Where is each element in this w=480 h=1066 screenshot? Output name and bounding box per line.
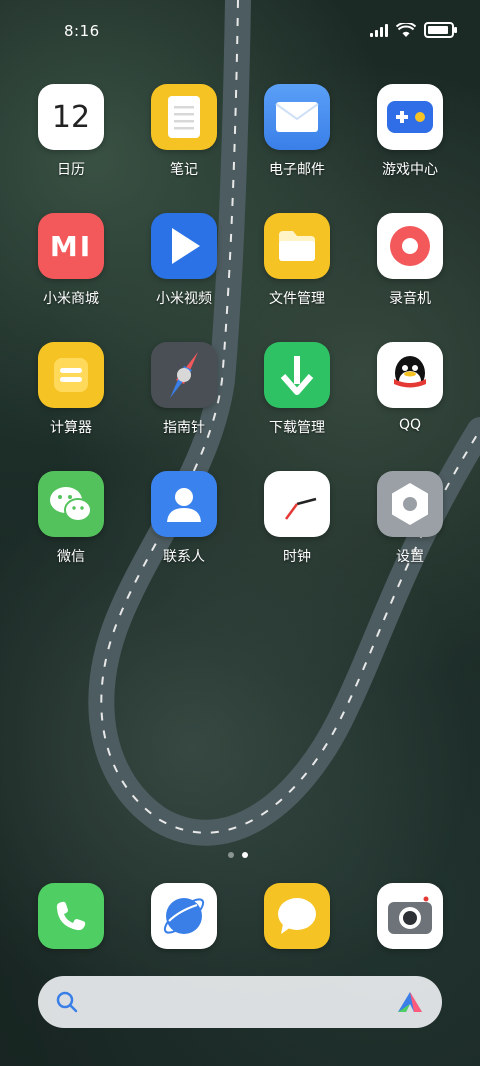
file-manager-icon [264, 213, 330, 279]
notes-icon [151, 84, 217, 150]
search-bar[interactable] [38, 976, 442, 1028]
app-label: 日历 [57, 162, 85, 178]
status-bar: 8:16 [0, 0, 480, 60]
app-label: 计算器 [50, 420, 92, 436]
settings-icon [377, 471, 443, 537]
app-label: QQ [398, 417, 422, 433]
app-video[interactable]: 小米视频 [134, 213, 234, 308]
messages-icon [264, 883, 330, 949]
wifi-icon [396, 22, 416, 37]
app-wechat[interactable]: 微信 [21, 471, 121, 566]
status-icons [370, 22, 457, 38]
game-center-icon [377, 84, 443, 150]
mail-icon [264, 84, 330, 150]
qq-icon [377, 342, 443, 408]
xiaoai-icon[interactable] [396, 990, 424, 1014]
dock-browser[interactable] [134, 883, 234, 949]
app-label: 笔记 [170, 162, 198, 178]
app-file-manager[interactable]: 文件管理 [247, 213, 347, 308]
download-icon [264, 342, 330, 408]
wechat-icon [38, 471, 104, 537]
app-label: 电子邮件 [269, 162, 325, 178]
app-calculator[interactable]: 计算器 [21, 342, 121, 437]
app-label: 小米视频 [156, 291, 212, 307]
dock-phone[interactable] [21, 883, 121, 949]
calculator-icon [38, 342, 104, 408]
video-icon [151, 213, 217, 279]
page-indicator [228, 852, 248, 858]
app-mail[interactable]: 电子邮件 [247, 84, 347, 179]
app-settings[interactable]: 设置 [360, 471, 460, 566]
app-label: 录音机 [389, 291, 431, 307]
app-label: 下载管理 [269, 420, 325, 436]
app-calendar[interactable]: 12 日历 [21, 84, 121, 179]
app-recorder[interactable]: 录音机 [360, 213, 460, 308]
app-label: 时钟 [283, 549, 311, 565]
compass-icon [151, 342, 217, 408]
app-label: 联系人 [163, 549, 205, 565]
page-dot-active[interactable] [242, 852, 248, 858]
app-label: 设置 [396, 549, 424, 565]
page-dot[interactable] [228, 852, 234, 858]
app-label: 微信 [57, 549, 85, 565]
app-compass[interactable]: 指南针 [134, 342, 234, 437]
calendar-icon: 12 [38, 84, 104, 150]
recorder-icon [377, 213, 443, 279]
app-notes[interactable]: 笔记 [134, 84, 234, 179]
signal-icon [370, 23, 388, 37]
app-download[interactable]: 下载管理 [247, 342, 347, 437]
battery-icon [424, 22, 457, 38]
app-label: 游戏中心 [382, 162, 438, 178]
app-label: 小米商城 [43, 291, 99, 307]
clock-icon [264, 471, 330, 537]
app-mi-store[interactable]: MI 小米商城 [21, 213, 121, 308]
browser-icon [151, 883, 217, 949]
app-label: 文件管理 [269, 291, 325, 307]
contacts-icon [151, 471, 217, 537]
status-time: 8:16 [64, 22, 100, 40]
app-contacts[interactable]: 联系人 [134, 471, 234, 566]
app-qq[interactable]: QQ [360, 342, 460, 433]
app-label: 指南针 [163, 420, 205, 436]
app-clock[interactable]: 时钟 [247, 471, 347, 566]
dock-messages[interactable] [247, 883, 347, 949]
search-icon[interactable] [56, 991, 78, 1013]
mi-store-icon: MI [38, 213, 104, 279]
app-game-center[interactable]: 游戏中心 [360, 84, 460, 179]
camera-icon [377, 883, 443, 949]
phone-icon [38, 883, 104, 949]
dock-camera[interactable] [360, 883, 460, 949]
